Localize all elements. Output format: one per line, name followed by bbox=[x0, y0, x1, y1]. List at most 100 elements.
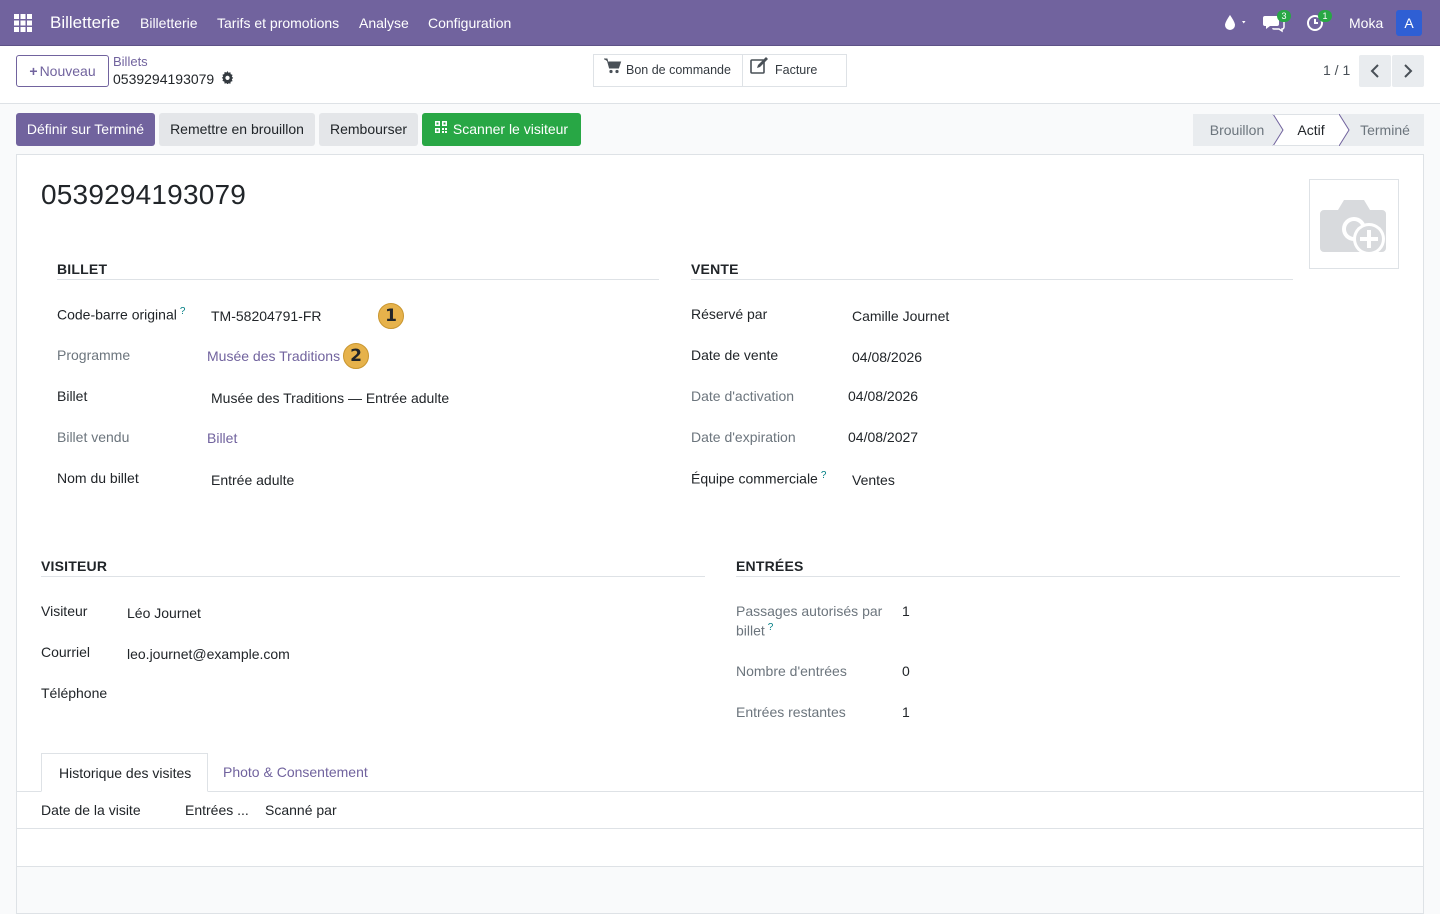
section-billet: BILLET bbox=[57, 261, 108, 277]
annotation-marker-1: 1 bbox=[378, 303, 404, 329]
user-name[interactable]: Moka bbox=[1349, 15, 1383, 31]
annotation-marker-2: 2 bbox=[343, 343, 369, 369]
scan-visitor-label: Scanner le visiteur bbox=[452, 121, 569, 137]
column-scanne-par[interactable]: Scanné par bbox=[265, 802, 337, 818]
column-entrees[interactable]: Entrées ... bbox=[185, 802, 249, 818]
reserve-par-label: Réservé par bbox=[691, 306, 768, 322]
nom-billet-value[interactable]: Entrée adulte bbox=[211, 472, 294, 488]
telephone-field[interactable] bbox=[127, 687, 427, 705]
tabs-divider bbox=[17, 791, 1423, 792]
courriel-value[interactable]: leo.journet@example.com bbox=[127, 646, 290, 662]
programme-label: Programme bbox=[57, 347, 131, 363]
equipe-commerciale-value[interactable]: Ventes bbox=[852, 472, 895, 488]
new-button-label: Nouveau bbox=[39, 63, 96, 79]
date-activation-value: 04/08/2026 bbox=[848, 388, 919, 404]
app-brand[interactable]: Billetterie bbox=[50, 13, 120, 33]
breadcrumb-parent[interactable]: Billets bbox=[113, 54, 148, 69]
reserve-par-value[interactable]: Camille Journet bbox=[852, 308, 949, 324]
nombre-entrees-value: 0 bbox=[902, 663, 910, 679]
purchase-order-button[interactable]: Bon de commande bbox=[604, 55, 742, 86]
code-barre-value[interactable]: TM-58204791-FR bbox=[211, 308, 322, 324]
reset-draft-button[interactable]: Remettre en brouillon bbox=[159, 113, 315, 146]
passages-label-line-2: billet bbox=[736, 622, 765, 639]
droplet-icon[interactable] bbox=[1223, 13, 1247, 36]
help-icon[interactable]: ? bbox=[768, 622, 774, 633]
breadcrumb-current: 0539294193079 bbox=[113, 71, 215, 87]
top-navbar: Billetterie Billetterie Tarifs et promot… bbox=[0, 0, 1440, 46]
passages-label-line-1: Passages autorisés par bbox=[736, 603, 883, 619]
chevron-right-icon bbox=[1404, 64, 1413, 78]
camera-add-icon bbox=[1320, 200, 1386, 255]
edit-icon bbox=[750, 55, 770, 86]
tab-historique-visites[interactable]: Historique des visites bbox=[41, 753, 208, 792]
menu-billetterie[interactable]: Billetterie bbox=[140, 15, 198, 31]
qrcode-icon bbox=[434, 112, 447, 145]
smart-separator bbox=[742, 55, 743, 86]
date-activation-label: Date d'activation bbox=[691, 388, 795, 404]
date-vente-value[interactable]: 04/08/2026 bbox=[852, 349, 922, 365]
passages-value: 1 bbox=[902, 603, 910, 619]
column-date-visite[interactable]: Date de la visite bbox=[41, 802, 141, 818]
visiteur-value[interactable]: Léo Journet bbox=[127, 605, 201, 621]
stage-brouillon[interactable]: Brouillon bbox=[1193, 114, 1281, 146]
plus-icon: + bbox=[29, 63, 38, 79]
smart-buttons: Bon de commande Facture bbox=[593, 54, 847, 87]
help-icon[interactable]: ? bbox=[180, 306, 186, 317]
control-panel: + Nouveau Billets 0539294193079 Bon de co… bbox=[0, 46, 1440, 104]
section-billet-divider bbox=[57, 279, 659, 280]
billet-value[interactable]: Musée des Traditions — Entrée adulte bbox=[211, 390, 449, 406]
programme-link[interactable]: Musée des Traditions bbox=[207, 348, 340, 364]
menu-tarifs-promotions[interactable]: Tarifs et promotions bbox=[217, 15, 339, 31]
cart-icon bbox=[604, 55, 622, 86]
section-visiteur: VISITEUR bbox=[41, 558, 108, 574]
stage-actif[interactable]: Actif bbox=[1283, 114, 1339, 146]
activities-count-badge: 1 bbox=[1318, 10, 1332, 22]
code-barre-label: Code-barre original? bbox=[57, 306, 185, 323]
image-upload[interactable] bbox=[1309, 179, 1399, 269]
record-title: 0539294193079 bbox=[41, 179, 247, 210]
stage-termine[interactable]: Terminé bbox=[1351, 114, 1419, 146]
telephone-label: Téléphone bbox=[41, 685, 108, 701]
equipe-commerciale-label: Équipe commerciale? bbox=[691, 470, 826, 487]
new-button[interactable]: + Nouveau bbox=[16, 55, 109, 87]
messages-icon[interactable]: 3 bbox=[1263, 10, 1293, 33]
invoice-label: Facture bbox=[775, 63, 818, 77]
billet-vendu-link[interactable]: Billet bbox=[207, 430, 237, 446]
section-entrees-divider bbox=[736, 576, 1400, 577]
section-visiteur-divider bbox=[41, 576, 705, 577]
nom-billet-label: Nom du billet bbox=[57, 470, 139, 486]
date-expiration-value: 04/08/2027 bbox=[848, 429, 919, 445]
nombre-entrees-label: Nombre d'entrées bbox=[736, 663, 847, 679]
pager-next-button[interactable] bbox=[1392, 55, 1424, 87]
chevron-left-icon bbox=[1370, 64, 1379, 78]
pager-value[interactable]: 1 / 1 bbox=[1323, 62, 1350, 78]
section-entrees: ENTRÉES bbox=[736, 558, 804, 574]
section-vente: VENTE bbox=[691, 261, 739, 277]
refund-button[interactable]: Rembourser bbox=[319, 113, 418, 146]
menu-configuration[interactable]: Configuration bbox=[428, 15, 511, 31]
table-header-divider bbox=[17, 828, 1423, 829]
entrees-restantes-label: Entrées restantes bbox=[736, 704, 846, 720]
visiteur-label: Visiteur bbox=[41, 603, 88, 619]
section-vente-divider bbox=[691, 279, 1293, 280]
avatar[interactable]: A bbox=[1396, 10, 1422, 36]
help-icon[interactable]: ? bbox=[821, 470, 827, 481]
app-menu-icon[interactable] bbox=[14, 14, 32, 32]
scan-visitor-button[interactable]: Scanner le visiteur bbox=[422, 113, 581, 146]
tab-photo-consentement[interactable]: Photo & Consentement bbox=[223, 753, 368, 791]
date-expiration-label: Date d'expiration bbox=[691, 429, 796, 445]
set-done-button[interactable]: Définir sur Terminé bbox=[16, 113, 155, 146]
invoice-button[interactable]: Facture bbox=[750, 55, 846, 86]
passages-label: Passages autorisés par billet? bbox=[736, 603, 882, 639]
billet-label: Billet bbox=[57, 388, 88, 404]
equipe-commerciale-label-text: Équipe commerciale bbox=[691, 470, 818, 487]
status-bar: Définir sur Terminé Remettre en brouillo… bbox=[0, 104, 1440, 154]
activity-clock-icon[interactable]: 1 bbox=[1306, 10, 1336, 33]
menu-analyse[interactable]: Analyse bbox=[359, 15, 409, 31]
code-barre-label-text: Code-barre original bbox=[57, 306, 177, 323]
entrees-restantes-value: 1 bbox=[902, 704, 910, 720]
table-footer bbox=[17, 867, 1423, 913]
gear-icon[interactable] bbox=[221, 71, 234, 85]
pager-previous-button[interactable] bbox=[1359, 55, 1391, 87]
courriel-label: Courriel bbox=[41, 644, 91, 660]
